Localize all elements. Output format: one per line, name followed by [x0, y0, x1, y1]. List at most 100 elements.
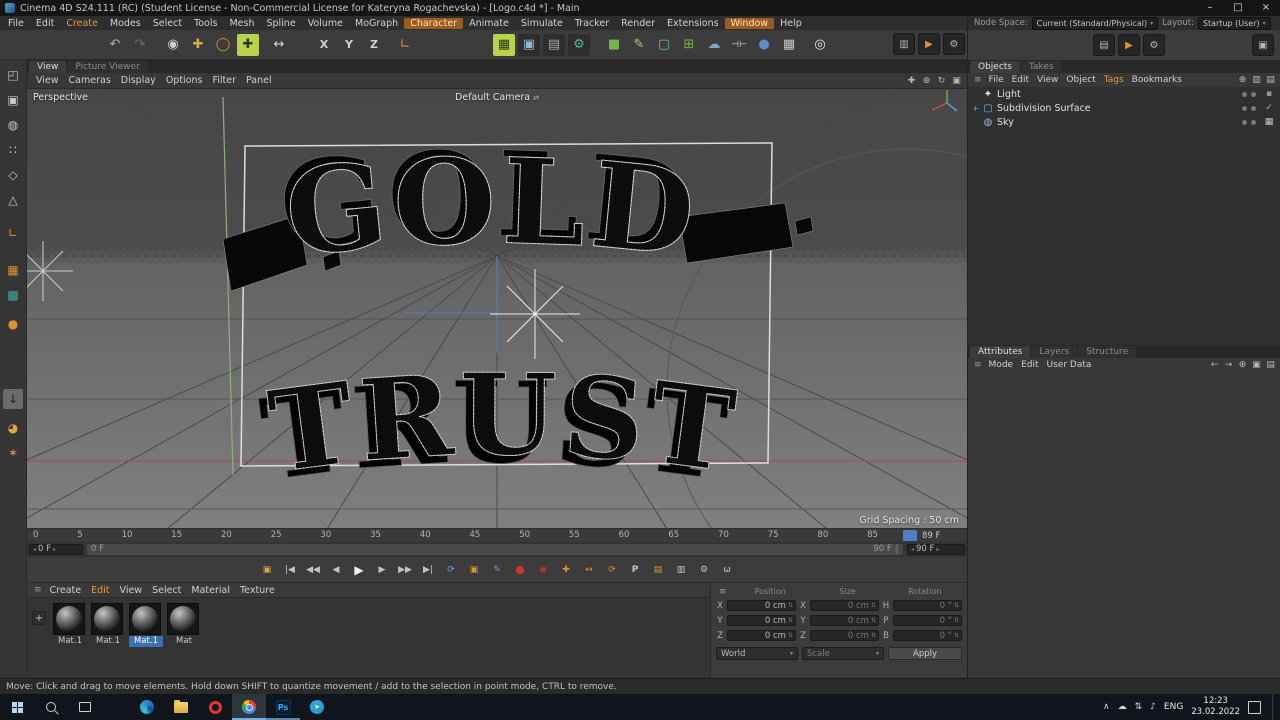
material-menu-item[interactable]: Material	[186, 585, 235, 596]
stepper-icon[interactable]: ⇅	[788, 602, 793, 609]
next-key-icon[interactable]: ▶▶	[395, 561, 416, 579]
record-keyframe-icon[interactable]: ●	[510, 561, 531, 579]
viewport-canvas[interactable]: Perspective Default Camera ⇄ Grid Spacing…	[27, 89, 967, 529]
object-menu-item[interactable]: Bookmarks	[1128, 75, 1186, 85]
playback-loop-icon[interactable]: ⟳	[441, 561, 462, 579]
menu-item[interactable]: Window	[724, 17, 775, 29]
material-menu-item[interactable]: Select	[147, 585, 186, 596]
previous-frame-icon[interactable]: ◀	[326, 561, 347, 579]
viewport-menu-item[interactable]: Panel	[241, 75, 277, 86]
menu-item[interactable]: Modes	[104, 18, 147, 29]
material-item[interactable]: Mat	[167, 603, 201, 647]
play-icon[interactable]: ▶	[1118, 34, 1140, 56]
search-icon[interactable]: ⊕	[1236, 74, 1249, 86]
attribute-menu-item[interactable]: Mode	[985, 360, 1018, 370]
orbit-view-icon[interactable]: ↻	[935, 75, 948, 87]
left-light-gizmo[interactable]	[27, 241, 73, 301]
stepper-icon[interactable]: ⇅	[788, 632, 793, 639]
project-settings-icon[interactable]: ⚙	[694, 561, 715, 579]
rotation-header[interactable]: Rotation	[888, 587, 962, 596]
autokeying-icon[interactable]: ◉	[533, 561, 554, 579]
coordinate-system-icon[interactable]: ∟	[394, 34, 416, 56]
timeline-ruler[interactable]: 0 5 10 15 20 25 30 35 40 45 50 55 60 65 70 75 80 85 89 F	[27, 528, 967, 542]
move-tool-icon[interactable]: ✚	[187, 34, 209, 56]
scale-mode-dropdown[interactable]: Scale ▾	[802, 647, 884, 660]
stepper-icon[interactable]: ⇅	[871, 617, 876, 624]
object-menu-item[interactable]: Edit	[1008, 75, 1033, 85]
render-visibility-toggle[interactable]	[1250, 118, 1257, 126]
render-settings-gear-icon[interactable]: ⚙	[943, 33, 965, 55]
history-back-icon[interactable]: ←	[1208, 359, 1221, 371]
object-name[interactable]: Subdivision Surface	[997, 103, 1091, 114]
menu-item[interactable]: Select	[147, 18, 188, 29]
position-field[interactable]: 0 cm ⇅	[727, 615, 796, 626]
deformer-icon[interactable]: ●	[753, 34, 775, 56]
clock[interactable]: 12:23 23.02.2022	[1191, 696, 1240, 717]
menu-item[interactable]: Render	[615, 18, 661, 29]
model-mode-icon[interactable]: ▣	[3, 90, 23, 110]
viewport-menu-item[interactable]: View	[31, 75, 64, 86]
render-picture-viewer-icon[interactable]: ▤	[543, 33, 565, 56]
menu-item[interactable]: Spline	[260, 18, 301, 29]
sculpt-icon[interactable]: ◕	[3, 418, 23, 438]
menu-item[interactable]: File	[2, 18, 30, 29]
apply-button[interactable]: Apply	[888, 647, 962, 660]
material-thumbnail[interactable]	[167, 603, 199, 635]
object-menu-item[interactable]: File	[985, 75, 1008, 85]
search-button[interactable]	[34, 694, 68, 720]
volume-icon[interactable]: ☁	[703, 34, 725, 56]
menu-item[interactable]: Volume	[302, 18, 349, 29]
position-field[interactable]: 0 cm ⇅	[727, 600, 796, 611]
record-position-icon[interactable]: ✚	[556, 561, 577, 579]
expand-toggle[interactable]: +	[972, 104, 979, 113]
stepper-icon[interactable]: ⇅	[954, 602, 959, 609]
add-cube-icon[interactable]: ■	[603, 34, 625, 56]
viewport-menu-item[interactable]: Cameras	[64, 75, 116, 86]
workplane-icon[interactable]: ▦	[3, 260, 23, 280]
trust-text-object[interactable]: TRUST TRUST TRUST	[254, 349, 745, 507]
tray-chevron-icon[interactable]: ∧	[1103, 702, 1110, 712]
render-queue-icon[interactable]: ▶	[918, 33, 940, 55]
panel-menu-icon[interactable]: ▤	[1264, 74, 1277, 86]
material-item[interactable]: Mat.1	[91, 603, 125, 647]
next-frame-icon[interactable]: ▶	[372, 561, 393, 579]
preview-range-bar[interactable]: 0 F 90 F ∥	[87, 543, 903, 555]
filter-icon[interactable]: ▥	[1250, 74, 1263, 86]
panel-menu-icon[interactable]: ▤	[1264, 359, 1277, 371]
start-button[interactable]	[0, 694, 34, 720]
editor-visibility-toggle[interactable]	[1241, 90, 1248, 98]
size-field[interactable]: 0 cm ⇅	[810, 600, 879, 611]
viewport-tab[interactable]: View	[29, 61, 67, 73]
object-name[interactable]: Light	[997, 89, 1021, 100]
position-field[interactable]: 0 cm ⇅	[727, 630, 796, 641]
task-view-button[interactable]	[68, 694, 102, 720]
material-item[interactable]: Mat.1	[129, 603, 163, 647]
record-parameter-icon[interactable]: P	[625, 561, 646, 579]
render-settings-icon[interactable]: ⚙	[568, 33, 590, 56]
menu-item[interactable]: Extensions	[661, 18, 725, 29]
pan-view-icon[interactable]: ✚	[905, 75, 918, 87]
scale-tool-icon[interactable]: ↔	[268, 34, 290, 56]
material-thumbnail[interactable]	[129, 603, 161, 635]
cloud-icon[interactable]: ☁	[1118, 702, 1127, 712]
redo-icon[interactable]: ↷	[129, 34, 151, 56]
axis-z-lock-button[interactable]: Z	[363, 34, 385, 56]
lock-icon[interactable]: ▣	[1250, 359, 1263, 371]
render-visibility-toggle[interactable]	[1250, 90, 1257, 98]
keyframe-mode-icon[interactable]: ▣	[464, 561, 485, 579]
editor-visibility-toggle[interactable]	[1241, 118, 1248, 126]
gear-icon[interactable]: ⚙	[1143, 34, 1165, 56]
material-thumbnail[interactable]	[91, 603, 123, 635]
maximize-button[interactable]: □	[1224, 0, 1252, 16]
viewport-menu-item[interactable]: Filter	[207, 75, 241, 86]
object-row[interactable]: ✦ Light ▪	[968, 87, 1280, 101]
record-pla-icon[interactable]: ▤	[648, 561, 669, 579]
array-icon[interactable]: ▦	[778, 34, 800, 56]
go-to-end-icon[interactable]: ▶|	[418, 561, 439, 579]
cloner-icon[interactable]: ⊞	[678, 34, 700, 56]
object-menu-item[interactable]: Object	[1062, 75, 1099, 85]
character-solver-icon[interactable]: ω	[717, 561, 738, 579]
taskbar-app-photoshop[interactable]: Ps	[266, 694, 300, 720]
viewport-tab[interactable]: Picture Viewer	[67, 61, 148, 73]
close-button[interactable]: ×	[1252, 0, 1280, 16]
